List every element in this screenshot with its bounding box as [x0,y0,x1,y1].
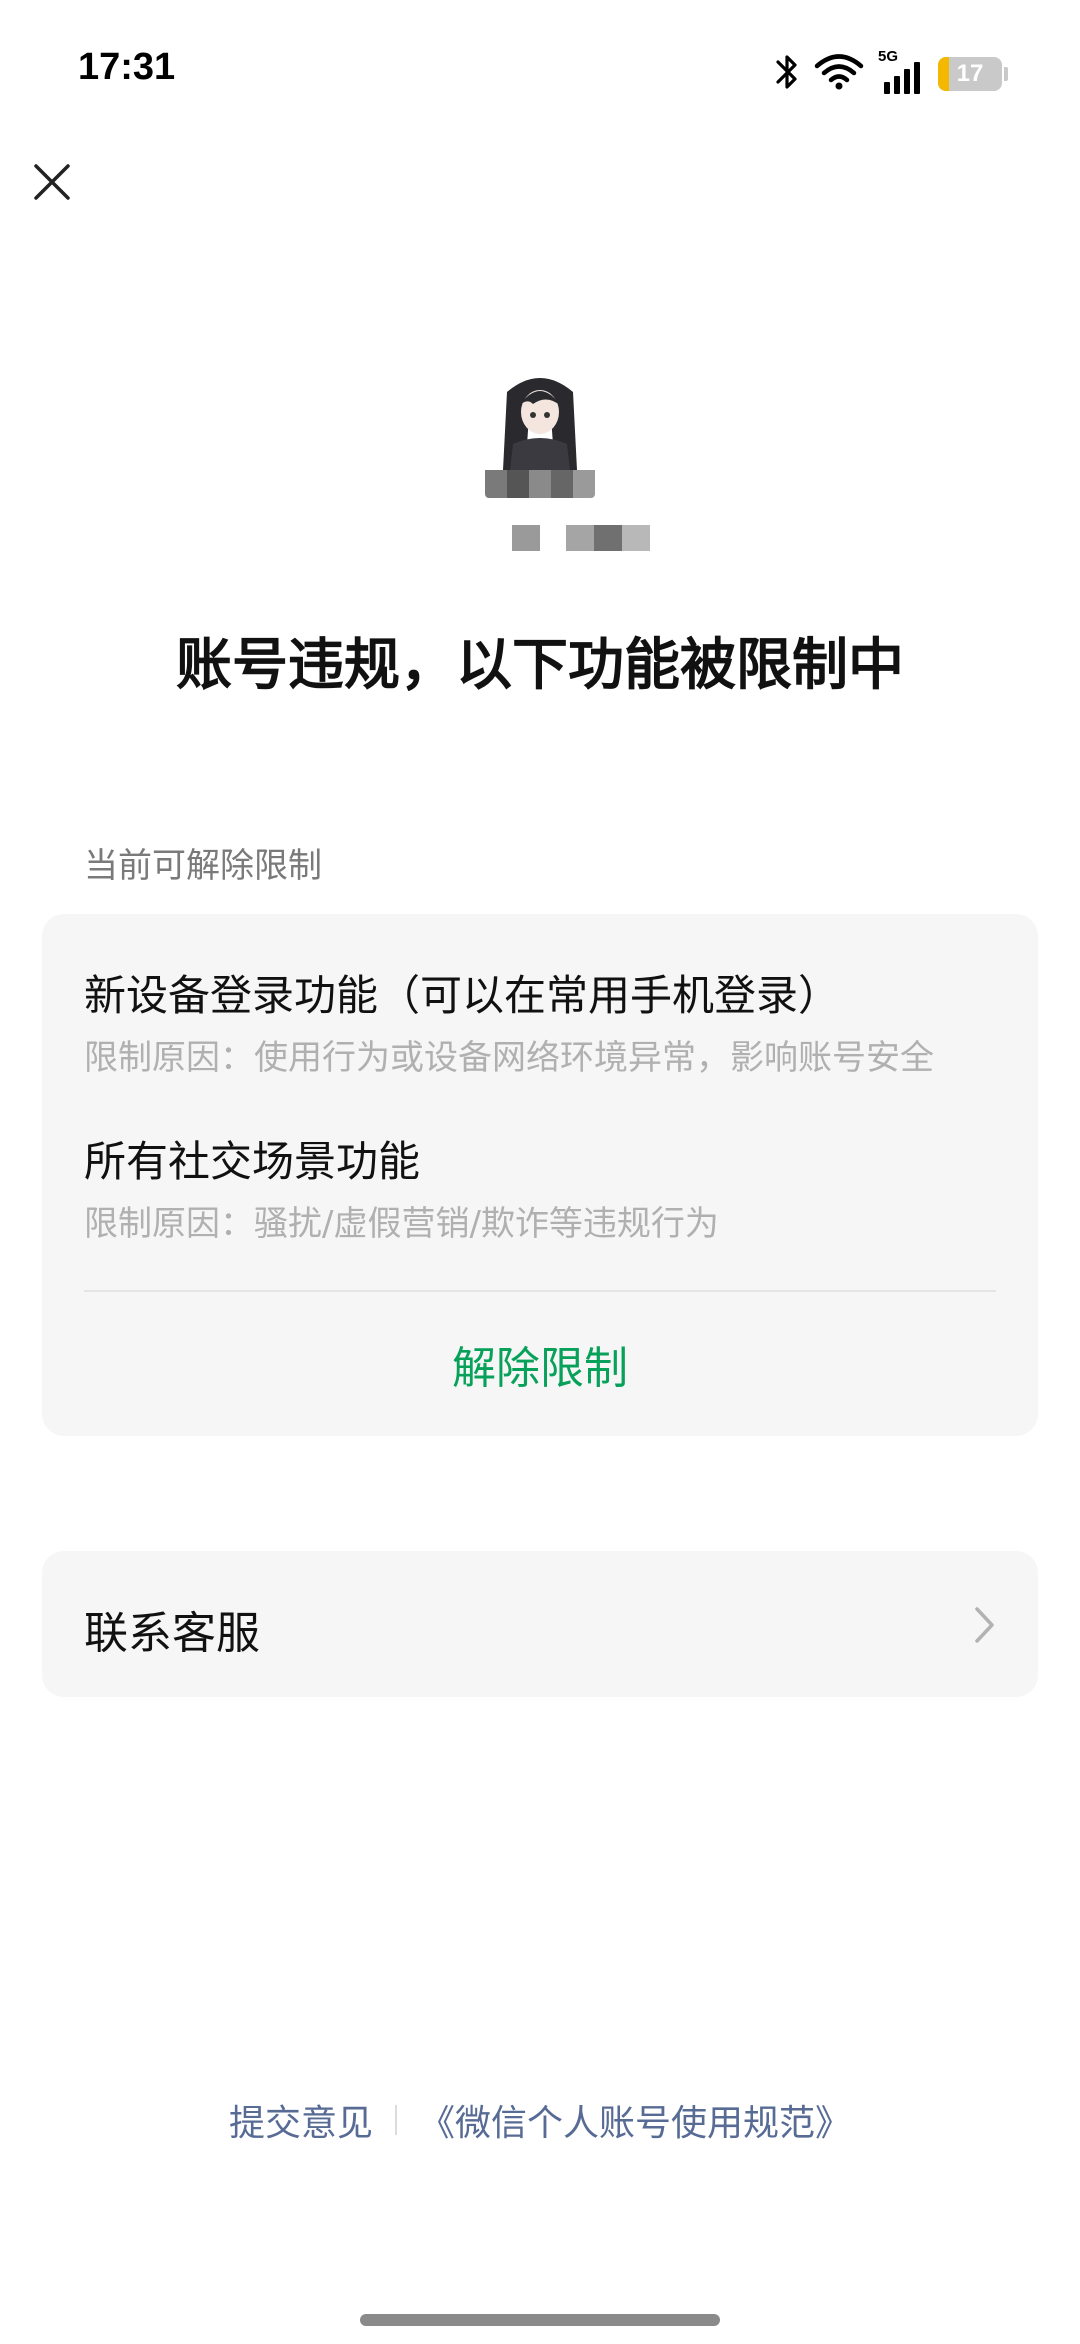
feedback-link[interactable]: 提交意见 [229,2094,373,2146]
battery-cap [1004,67,1008,81]
home-indicator[interactable] [360,2314,720,2326]
section-label: 当前可解除限制 [84,846,322,886]
contact-service-item[interactable]: 联系客服 [42,1551,1038,1697]
battery-icon: 17 [938,57,1002,91]
battery-level: 17 [956,60,984,87]
status-time: 17:31 [78,46,176,88]
contact-service-label: 联系客服 [84,1608,260,1659]
close-button[interactable] [28,158,76,206]
mosaic-block [566,525,650,551]
status-icons: 5G 17 [774,48,1008,96]
page-title: 账号违规，以下功能被限制中 [176,633,904,698]
unlock-button[interactable]: 解除限制 [42,1332,1038,1396]
divider [84,1290,996,1292]
status-bar: 17:31 5G 17 [0,0,1080,150]
bluetooth-icon [774,52,800,96]
nickname-mosaic [512,525,650,551]
restriction-reason: 限制原因：使用行为或设备网络环境异常，影响账号安全 [84,1038,934,1078]
close-icon [34,164,70,200]
mosaic-block [512,525,540,551]
chevron-right-icon [972,1603,998,1647]
policy-link[interactable]: 《微信个人账号使用规范》 [419,2094,851,2146]
restriction-reason: 限制原因：骚扰/虚假营销/欺诈等违规行为 [84,1204,719,1244]
footer-divider [395,2105,397,2135]
wifi-icon [814,53,864,95]
restriction-title: 新设备登录功能（可以在常用手机登录） [84,971,841,1020]
restriction-title: 所有社交场景功能 [84,1137,421,1186]
restrictions-card: 新设备登录功能（可以在常用手机登录） 限制原因：使用行为或设备网络环境异常，影响… [42,914,1038,1436]
avatar [485,370,595,498]
cellular-signal-icon: 5G [878,48,924,96]
footer-links: 提交意见 《微信个人账号使用规范》 [0,2094,1080,2146]
